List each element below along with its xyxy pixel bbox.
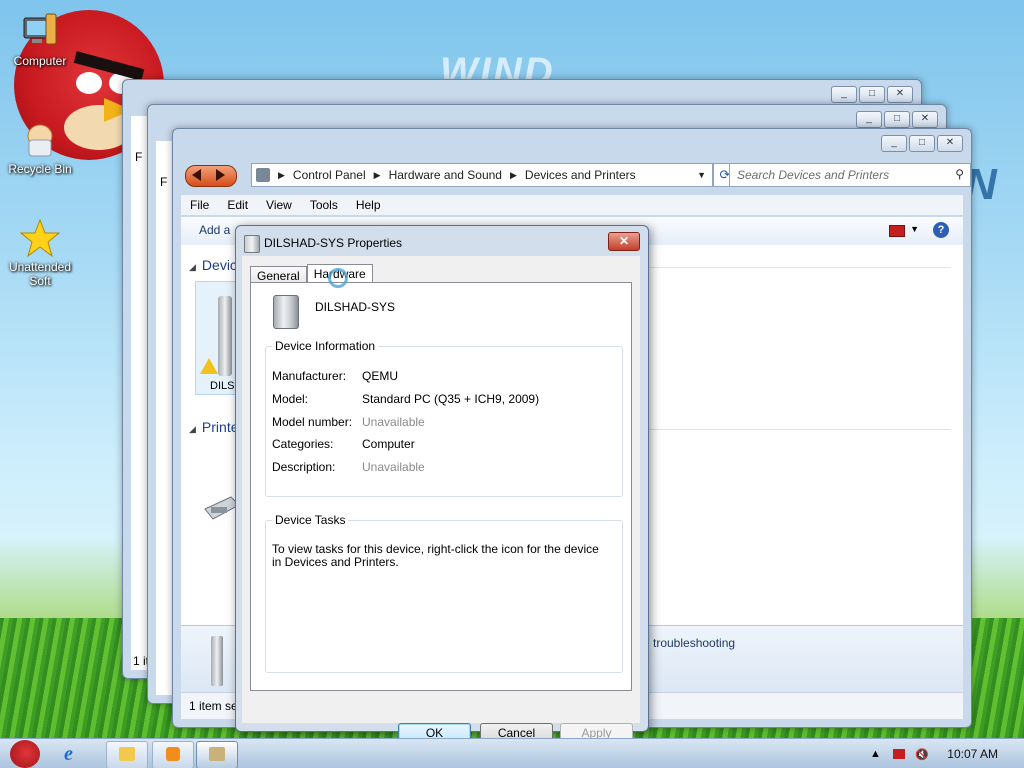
devices-printers-icon <box>209 747 225 761</box>
minimize-button[interactable]: _ <box>856 111 882 128</box>
warning-icon <box>200 358 218 374</box>
menu-letter: F <box>135 150 143 164</box>
device-label: DILS <box>210 380 235 392</box>
maximize-button[interactable]: □ <box>884 111 910 128</box>
maximize-button[interactable]: □ <box>909 135 935 152</box>
close-button[interactable]: ✕ <box>912 111 938 128</box>
taskbar-media-player-button[interactable] <box>152 741 194 768</box>
breadcrumb-separator-icon[interactable]: ▶ <box>278 170 285 181</box>
troubleshooting-hint: troubleshooting <box>653 636 736 650</box>
add-device-button[interactable]: Add a <box>199 223 230 237</box>
search-placeholder: Search Devices and Printers <box>737 168 890 182</box>
desktop: WIND N Computer Recycle Bin Unattended S… <box>0 0 1024 768</box>
dialog-title: DILSHAD-SYS Properties <box>264 236 403 250</box>
menu-view[interactable]: View <box>257 198 301 212</box>
forward-arrow-icon[interactable] <box>216 169 225 181</box>
view-options-dropdown-icon[interactable]: ▼ <box>910 224 919 234</box>
view-options-icon[interactable] <box>889 225 905 237</box>
desktop-icon-label: Recycle Bin <box>8 162 72 176</box>
devices-group-header[interactable]: ◢ Devic <box>189 257 237 273</box>
device-name: DILSHAD-SYS <box>315 300 396 314</box>
device-information-group: Device Information Manufacturer: QEMU Mo… <box>265 339 623 497</box>
menu-bar: File Edit View Tools Help <box>181 195 963 215</box>
folder-icon <box>119 747 135 761</box>
menu-edit[interactable]: Edit <box>218 198 257 212</box>
manufacturer-label: Manufacturer: <box>272 369 347 383</box>
volume-muted-icon[interactable]: 🔇 <box>915 748 929 761</box>
description-label: Description: <box>272 460 336 474</box>
internet-explorer-icon[interactable]: e <box>64 743 88 765</box>
hardware-tab-panel: DILSHAD-SYS Device Information Manufactu… <box>250 282 632 691</box>
address-field[interactable]: ▶ Control Panel ▶ Hardware and Sound ▶ D… <box>251 163 713 187</box>
action-center-icon[interactable] <box>893 749 905 759</box>
menu-letter: F <box>160 175 168 189</box>
model-number-label: Model number: <box>272 415 353 429</box>
navigation-buttons[interactable] <box>185 165 237 187</box>
breadcrumb-separator-icon[interactable]: ▶ <box>510 170 517 181</box>
desktop-icon-label: Computer <box>13 54 67 68</box>
taskbar-control-panel-button[interactable] <box>196 741 238 768</box>
categories-label: Categories: <box>272 437 334 451</box>
close-button[interactable]: ✕ <box>608 232 640 251</box>
device-tasks-text: To view tasks for this device, right-cli… <box>272 542 599 569</box>
minimize-button[interactable]: _ <box>831 86 857 103</box>
computer-icon <box>20 12 60 52</box>
address-dropdown-icon[interactable]: ▼ <box>697 170 706 180</box>
model-number-value: Unavailable <box>362 415 425 429</box>
search-input[interactable]: Search Devices and Printers ⚲ <box>729 163 971 187</box>
taskbar: e ▲ 🔇 10:07 AM <box>0 738 1024 768</box>
maximize-button[interactable]: □ <box>859 86 885 103</box>
breadcrumb-separator-icon[interactable]: ▶ <box>374 170 381 181</box>
manufacturer-value: QEMU <box>362 369 398 383</box>
computer-icon <box>273 295 299 329</box>
breadcrumb-hardware-and-sound[interactable]: Hardware and Sound <box>389 168 502 182</box>
printers-group-label: Printe <box>201 419 239 435</box>
busy-cursor-icon <box>328 268 348 288</box>
desktop-icon-recycle-bin[interactable]: Recycle Bin <box>0 120 80 176</box>
selected-device-icon <box>211 636 223 686</box>
model-label: Model: <box>272 392 309 406</box>
star-icon <box>19 218 61 258</box>
search-icon[interactable]: ⚲ <box>955 167 964 181</box>
device-tasks-legend: Device Tasks <box>275 513 346 527</box>
tab-strip: General Hardware <box>250 264 373 285</box>
desktop-icon-label: Unattended Soft <box>8 260 72 288</box>
device-information-legend: Device Information <box>275 339 376 353</box>
device-tasks-group: Device Tasks To view tasks for this devi… <box>265 513 623 673</box>
computer-icon <box>244 235 260 253</box>
taskbar-explorer-button[interactable] <box>106 741 148 768</box>
dialog-body: General Hardware DILSHAD-SYS Device Info… <box>242 256 640 745</box>
printers-group-header[interactable]: ◢ Printe <box>189 419 239 435</box>
close-button[interactable]: ✕ <box>887 86 913 103</box>
menu-help[interactable]: Help <box>347 198 390 212</box>
computer-tower-icon <box>218 296 232 376</box>
control-panel-icon <box>256 168 270 182</box>
address-bar-row: ▶ Control Panel ▶ Hardware and Sound ▶ D… <box>181 163 971 187</box>
menu-tools[interactable]: Tools <box>301 198 347 212</box>
angry-bird-start-icon <box>10 740 40 768</box>
menu-file[interactable]: File <box>181 198 218 212</box>
media-player-icon <box>166 747 180 761</box>
help-icon[interactable]: ? <box>933 222 949 238</box>
start-button[interactable] <box>4 739 50 768</box>
breadcrumb-devices-and-printers[interactable]: Devices and Printers <box>525 168 636 182</box>
model-value: Standard PC (Q35 + ICH9, 2009) <box>362 392 540 406</box>
categories-value: Computer <box>362 437 415 451</box>
close-button[interactable]: ✕ <box>937 135 963 152</box>
minimize-button[interactable]: _ <box>881 135 907 152</box>
show-hidden-icons-icon[interactable]: ▲ <box>870 748 881 760</box>
desktop-icon-computer[interactable]: Computer <box>0 12 80 68</box>
devices-group-label: Devic <box>201 257 237 273</box>
breadcrumb-control-panel[interactable]: Control Panel <box>293 168 366 182</box>
properties-dialog[interactable]: DILSHAD-SYS Properties ✕ General Hardwar… <box>235 225 649 745</box>
recycle-bin-icon <box>20 120 60 160</box>
desktop-icon-unattended-soft[interactable]: Unattended Soft <box>0 218 80 288</box>
taskbar-clock[interactable]: 10:07 AM <box>947 747 998 761</box>
description-value: Unavailable <box>362 460 425 474</box>
back-arrow-icon[interactable] <box>192 169 201 181</box>
